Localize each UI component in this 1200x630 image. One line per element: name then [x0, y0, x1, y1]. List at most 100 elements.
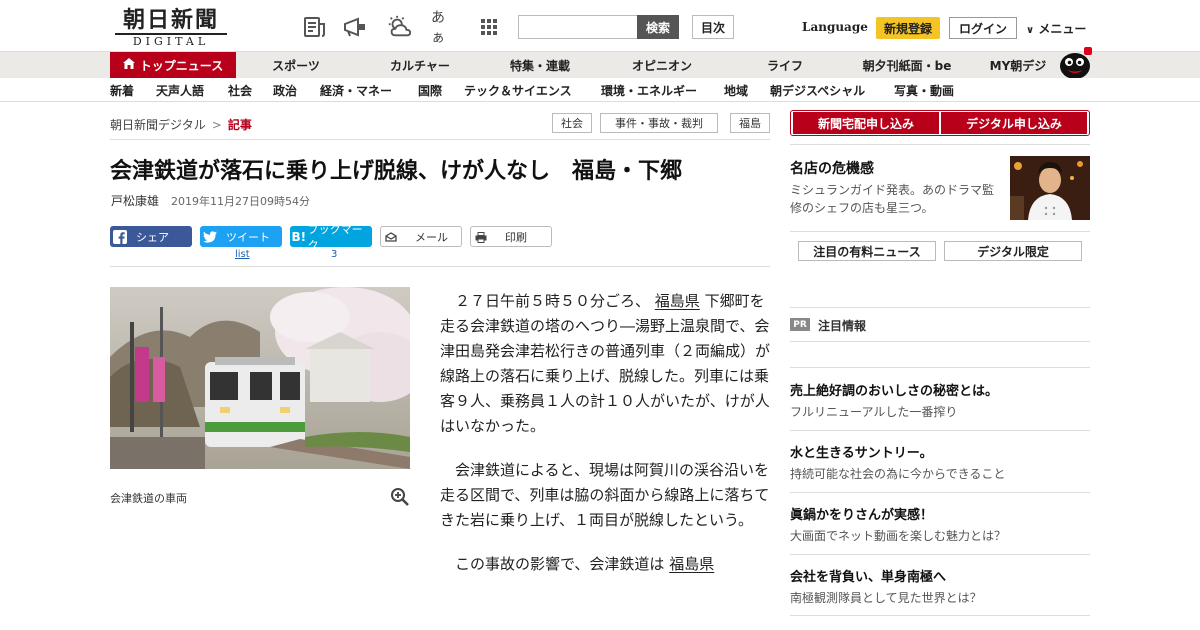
subnav-photo-video[interactable]: 写真・動画 [894, 82, 954, 99]
ad-text[interactable]: 持続可能な社会の為に今からできること [790, 465, 1005, 482]
paragraph-1-text-cont: 下郷町を走る会津鉄道の塔のへつり―湯野上温泉間で、会津田島発会津若松行きの普通列… [440, 292, 771, 435]
hatena-bookmark-button[interactable]: B! ブックマーク [290, 223, 372, 252]
subnav-latest[interactable]: 新着 [110, 82, 134, 99]
subnav-economy[interactable]: 経済・マネー [320, 82, 392, 99]
divider [790, 231, 1090, 232]
divider [790, 307, 1090, 308]
divider [790, 341, 1090, 342]
sub-nav: 新着 天声人語 社会 政治 経済・マネー 国際 テック＆サイエンス 環境・エネル… [0, 78, 1200, 102]
pr-badge: PR [790, 318, 810, 331]
twitter-icon [200, 230, 220, 244]
hatena-count[interactable]: 3 [331, 249, 337, 260]
nav-culture[interactable]: カルチャー [372, 52, 468, 78]
mail-share-label: メール [415, 230, 448, 244]
newspaper-icon[interactable] [301, 14, 327, 40]
breadcrumb-current: 記事 [227, 118, 252, 132]
subnav-politics[interactable]: 政治 [273, 82, 297, 99]
paragraph-3: この事故の影響で、会津鉄道は 福島県 [440, 552, 770, 577]
tag-society[interactable]: 社会 [552, 113, 592, 133]
tag-incident[interactable]: 事件・事故・裁判 [600, 113, 718, 133]
nav-sports[interactable]: スポーツ [248, 52, 344, 78]
article-body: ２７日午前５時５０分ごろ、 福島県 下郷町を走る会津鉄道の塔のへつり―湯野上温泉… [440, 289, 770, 596]
fukushima-link[interactable]: 福島県 [655, 292, 700, 310]
feature-title[interactable]: 名店の危機感 [790, 158, 874, 178]
megaphone-icon[interactable] [342, 14, 368, 40]
publish-date: 2019年11月27日09時54分 [171, 195, 310, 208]
nav-opinion[interactable]: オピニオン [614, 52, 710, 78]
subnav-tech[interactable]: テック＆サイエンス [464, 82, 572, 99]
site-header: 朝日新聞 DIGITAL あぁ 検索 目次 Language 新規登録 ログイン… [0, 0, 1200, 52]
divider [790, 554, 1090, 555]
subscribe-digital-button[interactable]: デジタル申し込み [941, 112, 1087, 134]
menu-button[interactable]: ∨ メニュー [1026, 20, 1086, 37]
mascot-icon[interactable] [1057, 44, 1093, 80]
mail-share-button[interactable]: メール [380, 226, 462, 247]
divider [110, 266, 770, 267]
toc-button[interactable]: 目次 [692, 15, 734, 39]
nav-newspaper[interactable]: 朝夕刊紙面・be [852, 52, 962, 78]
divider [790, 144, 1090, 145]
register-button[interactable]: 新規登録 [876, 17, 940, 39]
subnav-region[interactable]: 地域 [724, 82, 748, 99]
subnav-international[interactable]: 国際 [418, 82, 442, 99]
feature-text[interactable]: ミシュランガイド発表。あのドラマ監修のシェフの店も星三つ。 [790, 181, 1000, 217]
ad-title[interactable]: 会社を背負い、単身南極へ [790, 566, 946, 585]
nav-top-news[interactable]: トップニュース [110, 52, 236, 78]
photo-caption: 会津鉄道の車両 [110, 492, 187, 505]
tab-premium-news[interactable]: 注目の有料ニュース [798, 241, 936, 261]
ad-text[interactable]: 南極観測隊員として見た世界とは？ [790, 589, 982, 606]
divider [790, 492, 1090, 493]
breadcrumb-home[interactable]: 朝日新聞デジタル [110, 118, 206, 132]
twitter-count-link[interactable]: list [235, 249, 250, 260]
paragraph-1: ２７日午前５時５０分ごろ、 福島県 下郷町を走る会津鉄道の塔のへつり―湯野上温泉… [440, 289, 770, 439]
logo-main-text: 朝日新聞 [122, 7, 219, 33]
breadcrumb: 朝日新聞デジタル > 記事 [110, 116, 252, 133]
grid-icon[interactable] [476, 14, 502, 40]
divider [790, 430, 1090, 431]
ad-title[interactable]: 売上絶好調のおいしさの秘密とは。 [790, 380, 998, 399]
search-input[interactable] [518, 15, 638, 39]
search-button[interactable]: 検索 [637, 15, 679, 39]
printer-icon [471, 230, 491, 244]
zoom-icon[interactable] [390, 487, 410, 507]
font-size-icon[interactable]: あぁ [431, 10, 457, 46]
home-icon [122, 58, 135, 72]
tag-fukushima[interactable]: 福島 [730, 113, 770, 133]
twitter-share-button[interactable]: ツイート [200, 226, 282, 247]
nav-features[interactable]: 特集・連載 [492, 52, 588, 78]
ad-title[interactable]: 水と生きるサントリー。 [790, 442, 933, 461]
menu-label: メニュー [1038, 22, 1087, 36]
fukushima-link-2[interactable]: 福島県 [669, 555, 714, 573]
print-button[interactable]: 印刷 [470, 226, 552, 247]
site-logo[interactable]: 朝日新聞 DIGITAL [115, 8, 227, 48]
breadcrumb-separator: > [211, 118, 222, 132]
language-link[interactable]: Language [802, 20, 868, 34]
feature-photo[interactable] [1010, 156, 1090, 220]
facebook-share-label: シェア [136, 230, 169, 244]
ad-title[interactable]: 眞鍋かをりさんが実感！ [790, 504, 933, 523]
nav-top-news-label: トップニュース [139, 58, 224, 73]
subnav-environment[interactable]: 環境・エネルギー [601, 82, 697, 99]
divider [110, 139, 770, 140]
mail-icon [381, 230, 401, 244]
hatena-icon: B! [291, 229, 307, 244]
divider [790, 367, 1090, 368]
subscribe-paper-button[interactable]: 新聞宅配申し込み [793, 112, 939, 134]
nav-my-asahi[interactable]: MY朝デジ [980, 52, 1056, 78]
weather-icon[interactable] [386, 14, 412, 40]
chevron-down-icon: ∨ [1026, 25, 1035, 36]
facebook-share-button[interactable]: シェア [110, 226, 192, 247]
font-size-glyph: あぁ [431, 10, 445, 46]
byline: 戸松康雄 2019年11月27日09時54分 [111, 192, 310, 209]
article-photo[interactable] [110, 287, 410, 469]
subnav-tenseijingo[interactable]: 天声人語 [156, 82, 204, 99]
subnav-society[interactable]: 社会 [228, 82, 252, 99]
print-label: 印刷 [505, 230, 527, 244]
ad-text[interactable]: 大画面でネット動画を楽しむ魅力とは？ [790, 527, 1006, 544]
tab-digital-only[interactable]: デジタル限定 [944, 241, 1082, 261]
facebook-icon [110, 229, 130, 244]
ad-text[interactable]: フルリニューアルした一番搾り [790, 403, 957, 420]
nav-life[interactable]: ライフ [737, 52, 833, 78]
login-button[interactable]: ログイン [949, 17, 1017, 39]
subnav-special[interactable]: 朝デジスペシャル [770, 82, 865, 99]
